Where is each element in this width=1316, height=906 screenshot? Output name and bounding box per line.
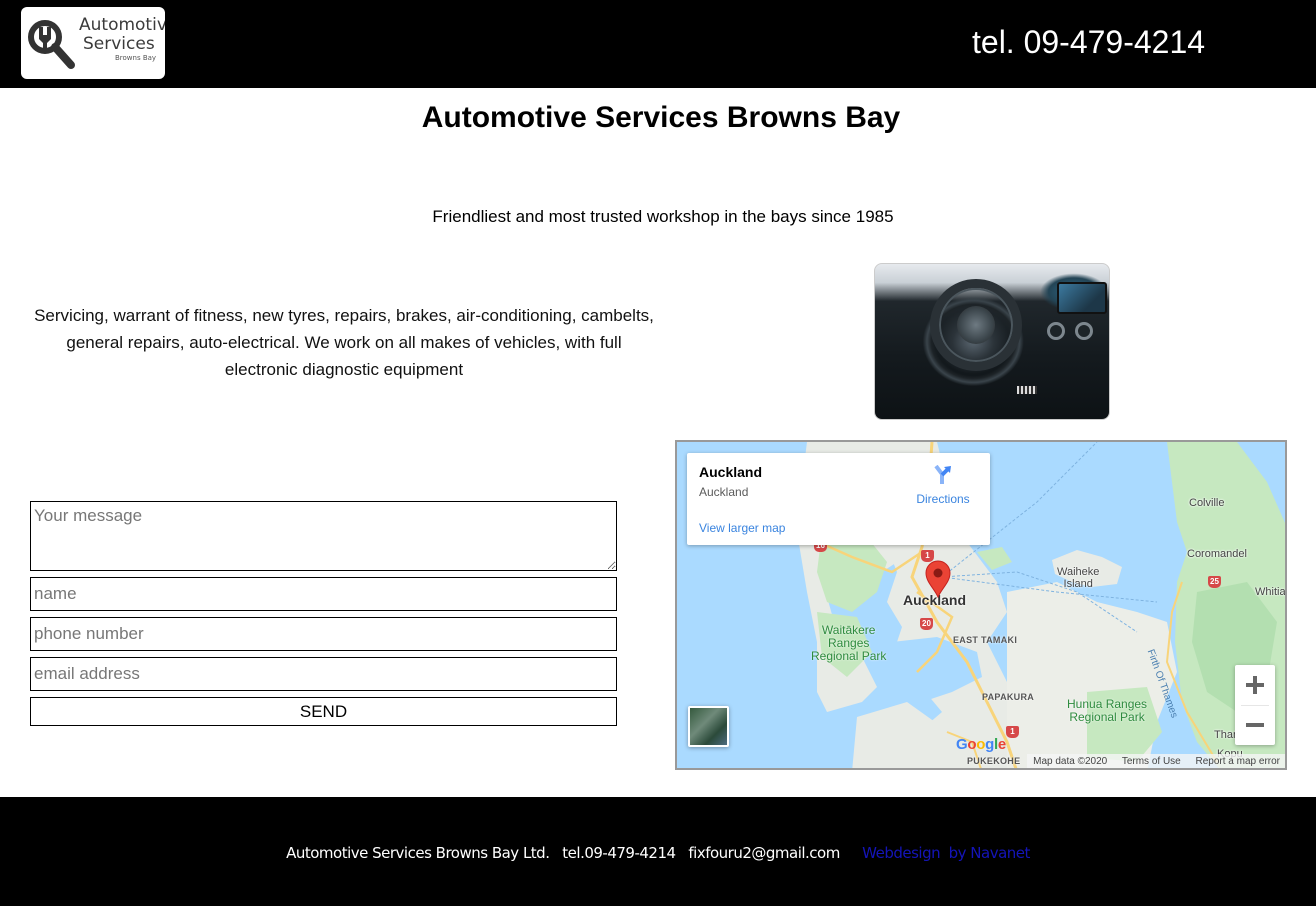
map-label-coromandel: Coromandel <box>1187 548 1247 560</box>
map-label-colville: Colville <box>1189 497 1225 509</box>
message-textarea[interactable] <box>30 501 617 571</box>
zoom-in-button[interactable] <box>1235 665 1275 705</box>
map-label-line: Waiheke <box>1057 566 1100 578</box>
air-vent-shape <box>1047 322 1065 340</box>
logo[interactable]: Automotive Services Browns Bay <box>21 7 165 79</box>
google-logo: Google <box>956 736 1006 753</box>
phone-input[interactable] <box>30 617 617 651</box>
steering-hub-shape <box>957 306 995 344</box>
name-input[interactable] <box>30 577 617 611</box>
logo-text-line3: Browns Bay <box>115 54 157 62</box>
footer-phone: tel.09-479-4214 <box>562 844 676 862</box>
footer-company: Automotive Services Browns Bay Ltd. <box>286 844 550 862</box>
wrench-magnifier-icon <box>28 20 75 69</box>
dashboard-screen-shape <box>1057 282 1107 314</box>
email-input[interactable] <box>30 657 617 691</box>
footer-text: Automotive Services Browns Bay Ltd. tel.… <box>0 844 1316 862</box>
site-footer: Automotive Services Browns Bay Ltd. tel.… <box>0 797 1316 906</box>
plus-icon <box>1246 676 1264 694</box>
map-pin-icon[interactable] <box>925 560 951 598</box>
map-label-waitakere: Waitākere Ranges Regional Park <box>811 624 886 663</box>
logo-text-line2: Services <box>83 34 155 54</box>
logo-text-line1: Automotive <box>79 15 165 35</box>
webdesign-credit-link[interactable]: Webdesign by Navanet <box>862 844 1030 862</box>
site-header: Automotive Services Browns Bay tel. 09-4… <box>0 0 1316 88</box>
info-card-title: Auckland <box>699 464 763 480</box>
header-phone[interactable]: tel. 09-479-4214 <box>972 24 1205 61</box>
google-logo-letter: e <box>997 736 1006 753</box>
route-shield: 20 <box>920 618 933 630</box>
embedded-map[interactable]: 16 1 20 1 25 Auckland Waitākere Ranges R… <box>675 440 1287 770</box>
map-attribution: Map data ©2020 Terms of Use Report a map… <box>1027 754 1285 768</box>
google-logo-letter: g <box>985 736 994 753</box>
directions-label: Directions <box>916 492 970 506</box>
map-label-waiheke: Waiheke Island <box>1057 566 1099 590</box>
map-label-line: Island <box>1063 578 1093 590</box>
minus-icon <box>1246 723 1264 727</box>
view-larger-map-link[interactable]: View larger map <box>699 521 785 535</box>
route-shield: 25 <box>1208 576 1221 588</box>
map-label-whitianga: Whitia <box>1255 586 1286 598</box>
zoom-out-button[interactable] <box>1235 705 1275 745</box>
pedal-shape <box>1017 386 1037 394</box>
send-button[interactable]: SEND <box>30 697 617 726</box>
google-logo-letter: G <box>956 736 968 753</box>
info-card-subtitle: Auckland <box>699 485 749 499</box>
map-label-hunua: Hunua Ranges Regional Park <box>1067 698 1147 724</box>
report-map-error-link[interactable]: Report a map error <box>1196 756 1280 767</box>
map-zoom-control <box>1235 665 1275 745</box>
air-vent-shape <box>1075 322 1093 340</box>
satellite-layer-toggle[interactable] <box>688 706 729 747</box>
footer-email[interactable]: fixfouru2@gmail.com <box>688 844 840 862</box>
directions-button[interactable]: Directions <box>913 464 973 506</box>
map-label-line: Regional Park <box>1069 710 1145 724</box>
services-description: Servicing, warrant of fitness, new tyres… <box>34 306 654 379</box>
map-info-card: Auckland Auckland View larger map Direct… <box>687 453 990 545</box>
map-label-east-tamaki: EAST TAMAKI <box>953 635 1018 645</box>
map-label-pukekohe: PUKEKOHE <box>967 756 1021 766</box>
map-label-line: Regional Park <box>811 649 887 663</box>
terms-of-use-link[interactable]: Terms of Use <box>1122 756 1181 767</box>
directions-icon <box>934 464 951 484</box>
route-shield: 1 <box>1006 726 1019 738</box>
google-logo-letter: o <box>967 736 977 753</box>
car-interior-photo <box>874 263 1110 420</box>
google-logo-letter: o <box>976 736 986 753</box>
map-data-label: Map data ©2020 <box>1033 756 1108 767</box>
map-label-papakura: PAPAKURA <box>982 692 1035 702</box>
page-title: Automotive Services Browns Bay <box>421 101 901 134</box>
tagline: Friendliest and most trusted workshop in… <box>432 207 894 226</box>
